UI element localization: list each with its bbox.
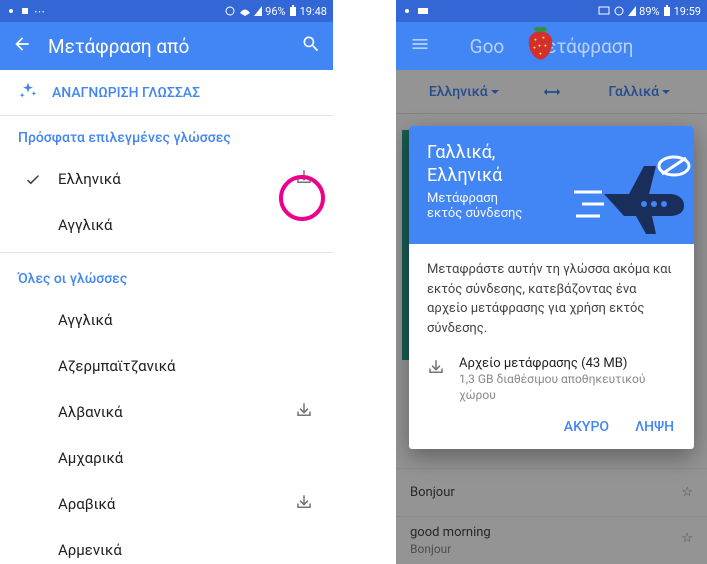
cancel-button[interactable]: ΑΚΥΡΟ [564,419,609,435]
cell-icon [254,6,262,16]
status-bar: ⋯ 96% 19:48 [0,0,333,22]
airplane-icon [574,144,694,238]
lang-row[interactable]: Αγγλικά [0,297,333,343]
lang-name: Αζερμπαϊτζανικά [58,357,313,375]
download-icon[interactable] [295,401,313,423]
signal-icon [402,6,412,16]
detect-language-label: ΑΝΑΓΝΩΡΙΣΗ ΓΛΩΣΣΑΣ [52,85,200,101]
offline-dialog: Γαλλικά, Ελληνικά Μετάφραση εκτός σύνδεσ… [409,126,694,449]
alarm-icon [224,6,236,16]
recent-lang-row[interactable]: Αγγλικά [0,202,333,248]
lang-name: Αγγλικά [58,216,313,234]
recent-lang-row[interactable]: Ελληνικά [0,156,333,202]
app-bar: Μετάφραση από [0,22,333,70]
wifi-icon [239,6,251,16]
cell-icon [628,6,636,16]
lang-row[interactable]: Αρμενικά [0,527,333,564]
sim-icon [20,6,30,16]
signal-icon [6,6,16,16]
lang-name: Αλβανικά [58,403,295,421]
left-screenshot: ⋯ 96% 19:48 Μετάφραση από ΑΝΑΓΝΩΡΙΣΗ ΓΛΩ… [0,0,333,564]
dialog-title-1: Γαλλικά, [427,142,495,163]
status-bar: 89% 19:59 [396,0,707,22]
lang-row[interactable]: Αμχαρικά [0,435,333,481]
file-main: Αρχείο μετάφρασης (43 MB) [459,356,676,371]
lang-row[interactable]: Αλβανικά [0,389,333,435]
lang-row[interactable]: Αζερμπαϊτζανικά [0,343,333,389]
dialog-subtitle-2: εκτός σύνδεσης [427,206,522,221]
recent-section-label: Πρόσφατα επιλεγμένες γλώσσες [0,116,333,156]
download-icon[interactable] [295,493,313,515]
download-icon [427,358,445,380]
back-icon[interactable] [12,34,32,59]
dialog-hero: Γαλλικά, Ελληνικά Μετάφραση εκτός σύνδεσ… [409,126,694,244]
right-screenshot: 89% 19:59 GoogleΜετάφραση Ελληνι [396,0,707,564]
cast-icon [598,6,610,16]
dialog-subtitle-1: Μετάφραση [427,191,498,206]
clock-text: 19:59 [674,5,701,18]
download-icon[interactable] [295,168,313,190]
clock-text: 19:48 [300,5,327,18]
strawberry-icon [523,24,557,67]
app-bar: GoogleΜετάφραση [396,22,707,70]
battery-text: 89% [639,5,659,18]
lang-row[interactable]: Αραβικά [0,481,333,527]
check-icon [24,170,58,188]
search-icon[interactable] [301,34,321,59]
appbar-title: Μετάφραση από [48,35,285,58]
gap [333,0,396,564]
sparkle-icon [18,81,38,105]
file-sub: 1,3 GB διαθέσιμου αποθηκευτικού χώρου [459,371,676,403]
menu-icon[interactable] [410,34,430,59]
dialog-actions: ΑΚΥΡΟ ΛΗΨΗ [409,411,694,449]
sim-icon [416,6,430,16]
lang-name: Αρμενικά [58,541,313,559]
detect-language-row[interactable]: ΑΝΑΓΝΩΡΙΣΗ ΓΛΩΣΣΑΣ [0,70,333,116]
battery-icon [289,5,297,17]
lang-name: Αγγλικά [58,311,313,329]
lang-name: Ελληνικά [58,170,295,188]
battery-text: 96% [265,5,285,18]
battery-icon [663,5,671,17]
divider [0,252,333,253]
confirm-button[interactable]: ΛΗΨΗ [635,419,674,435]
dialog-title-2: Ελληνικά [427,165,502,186]
lang-name: Αμχαρικά [58,449,313,467]
lang-name: Αραβικά [58,495,295,513]
dialog-body: Μεταφράστε αυτήν τη γλώσσα ακόμα και εκτ… [409,244,694,344]
file-row: Αρχείο μετάφρασης (43 MB) 1,3 GB διαθέσι… [409,344,694,411]
all-section-label: Όλες οι γλώσσες [0,257,333,297]
alarm-icon [613,6,625,16]
app-logo: GoogleΜετάφραση [448,35,655,58]
